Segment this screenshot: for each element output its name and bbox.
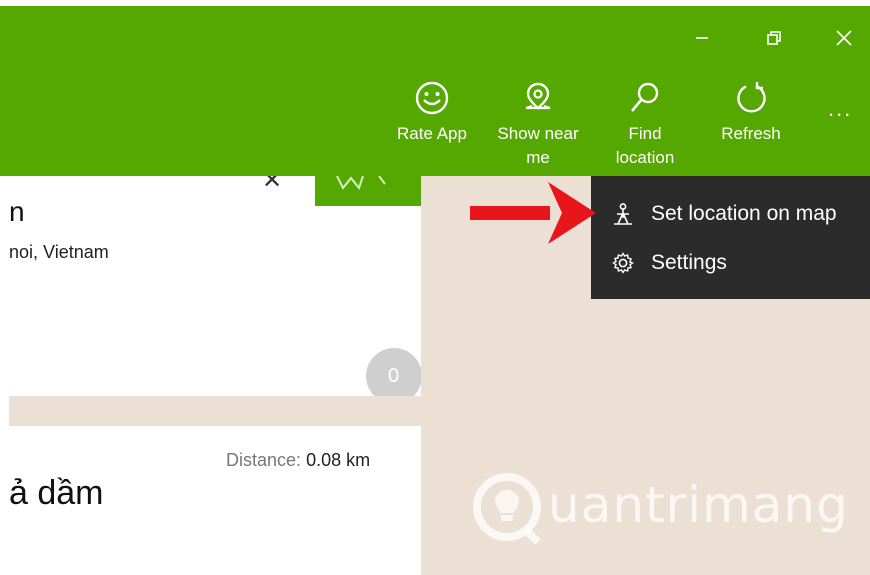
- rate-app-label: Rate App: [397, 124, 467, 143]
- gear-icon: [612, 252, 635, 274]
- result-title: ả dầm: [9, 474, 104, 512]
- red-arrow-annotation: [470, 182, 596, 244]
- refresh-button[interactable]: Refresh: [702, 80, 800, 146]
- refresh-label: Refresh: [721, 124, 781, 143]
- show-near-label-2: me: [526, 148, 550, 167]
- close-icon[interactable]: [830, 24, 858, 52]
- more-options-icon[interactable]: ...: [828, 96, 852, 122]
- menu-item-settings[interactable]: Settings: [591, 240, 870, 286]
- watermark-text: uantrimang: [548, 476, 849, 534]
- watermark: uantrimang: [468, 468, 848, 548]
- location-pin-icon: [525, 82, 551, 110]
- lightbulb-logo-icon: [473, 473, 541, 545]
- app-command-bar: Rate App Show near me Find location Refr…: [0, 6, 870, 176]
- badge-clip: 0: [9, 176, 421, 396]
- overflow-menu: Set location on map Settings: [591, 176, 870, 299]
- distance-value: 0.08 km: [306, 450, 371, 470]
- refresh-icon: [737, 82, 766, 113]
- rate-app-button[interactable]: Rate App: [383, 80, 481, 146]
- distance-readout: Distance: 0.08 km: [226, 450, 370, 471]
- menu-item-label: Set location on map: [651, 202, 837, 225]
- find-label-2: location: [615, 148, 675, 167]
- minimize-icon[interactable]: [688, 24, 716, 52]
- map-pin-person-icon: [614, 203, 632, 225]
- find-location-button[interactable]: Find location: [596, 80, 694, 170]
- smiley-icon: [415, 81, 449, 115]
- count-badge[interactable]: 0: [366, 348, 421, 396]
- restore-icon[interactable]: [760, 24, 788, 52]
- search-icon: [630, 82, 659, 112]
- card-separator: [9, 396, 421, 426]
- show-near-me-button[interactable]: Show near me: [489, 80, 587, 170]
- app-window: ✕ n noi, Vietnam 0 Distance: 0.08 km ả d…: [0, 0, 870, 575]
- distance-label: Distance:: [226, 450, 302, 470]
- menu-item-set-location[interactable]: Set location on map: [591, 191, 870, 237]
- find-label-1: Find: [628, 124, 662, 143]
- show-near-label-1: Show near: [497, 124, 579, 143]
- menu-item-label: Settings: [651, 251, 727, 274]
